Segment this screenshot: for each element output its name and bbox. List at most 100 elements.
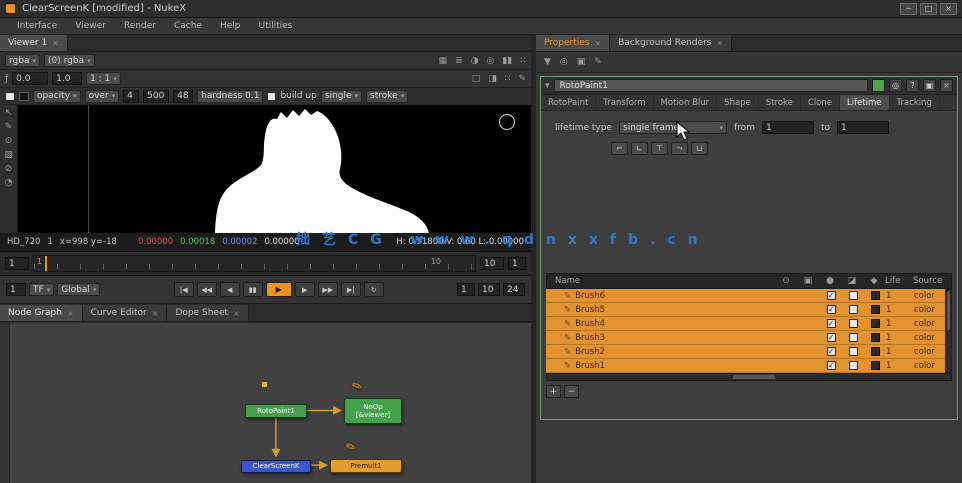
lock-checkbox[interactable] — [848, 333, 858, 342]
split-wipe-icon[interactable]: ◑ — [471, 56, 479, 66]
zoom-dropdown[interactable]: 1 : 1 ▾ — [86, 72, 121, 85]
goto-start-button[interactable]: |◀ — [173, 282, 194, 297]
close-tab-icon[interactable]: × — [52, 39, 59, 48]
maximize-button[interactable]: □ — [920, 2, 937, 15]
lifetime-from-field[interactable]: 1 — [761, 121, 814, 134]
range-mode-dropdown[interactable]: Global ▾ — [57, 283, 101, 296]
vertical-scrollbar[interactable] — [945, 289, 952, 373]
tab-tracking[interactable]: Tracking — [890, 95, 940, 110]
table-row[interactable]: ✎ Brush2 ✓ 1 color — [546, 345, 952, 359]
node-graph-panel[interactable]: ✎ ✎ RotoPaint1 NoOp [&viewer] ClearScree… — [0, 322, 531, 483]
table-row[interactable]: ✎ Brush5 ✓ 1 color — [546, 303, 952, 317]
visible-checkbox[interactable]: ✓ — [826, 305, 836, 314]
visible-checkbox[interactable]: ✓ — [826, 319, 836, 328]
table-row[interactable]: ✎ Brush6 ✓ 1 color — [546, 289, 952, 303]
node-rotopaint[interactable]: RotoPaint1 — [245, 404, 307, 418]
playback-mode-dropdown[interactable]: TF ▾ — [29, 283, 55, 296]
play-button[interactable]: ▶ — [265, 282, 292, 297]
mask-overlay-icon[interactable]: ◨ — [488, 74, 497, 84]
node-name-field[interactable]: RotoPaint1 — [553, 79, 868, 92]
step-forward-button[interactable]: ▶ — [294, 282, 315, 297]
chevron-down-icon[interactable]: ▼ — [544, 57, 551, 67]
visible-checkbox[interactable]: ✓ — [826, 291, 836, 300]
node-keyer[interactable]: ClearScreenK — [241, 460, 311, 473]
node-color-swatch[interactable] — [872, 79, 885, 92]
background-swatch[interactable] — [19, 91, 29, 101]
stroke-color-swatch[interactable] — [870, 291, 880, 300]
opacity-dropdown[interactable]: opacity ▾ — [33, 89, 81, 103]
remove-stroke-button[interactable]: − — [564, 385, 579, 398]
tab-motion-blur[interactable]: Motion Blur — [654, 95, 718, 110]
channels-dropdown[interactable]: rgba ▾ — [5, 54, 40, 67]
lock-checkbox[interactable] — [848, 305, 858, 314]
tab-shape[interactable]: Shape — [717, 95, 759, 110]
menu-utilities[interactable]: Utilities — [249, 18, 301, 34]
menu-help[interactable]: Help — [211, 18, 250, 34]
tab-lifetime[interactable]: Lifetime — [840, 95, 890, 110]
gamma-field[interactable]: 1.0 — [52, 72, 83, 85]
menu-interface[interactable]: Interface — [8, 18, 66, 34]
table-row[interactable]: ✎ Brush3 ✓ 1 color — [546, 331, 952, 345]
lock-panels-icon[interactable]: ▣ — [577, 57, 586, 67]
guides-icon[interactable]: ∷ — [505, 74, 511, 84]
minimize-button[interactable]: ─ — [900, 2, 917, 15]
step-back-button[interactable]: ◀ — [219, 282, 240, 297]
prev-keyframe-button[interactable]: ◀◀ — [196, 282, 217, 297]
brush-angle-field[interactable]: 48 — [173, 89, 194, 103]
pin-icon[interactable]: ◎ — [560, 57, 568, 67]
tab-background-renders[interactable]: Background Renders × — [610, 35, 733, 51]
loop-button[interactable]: ↻ — [363, 282, 384, 297]
blend-mode-dropdown[interactable]: over ▾ — [84, 89, 120, 103]
bezier-tool-icon[interactable]: ✎ — [5, 122, 13, 132]
stroke-color-swatch[interactable] — [870, 347, 880, 356]
help-button[interactable]: ? — [906, 79, 919, 92]
eraser-tool-icon[interactable]: ⊘ — [5, 164, 13, 174]
range-extra-field[interactable]: 1 — [508, 257, 526, 270]
brush-spacing-field[interactable]: 500 — [143, 89, 170, 103]
tab-clone[interactable]: Clone — [801, 95, 841, 110]
tab-curve-editor[interactable]: Curve Editor × — [82, 305, 168, 321]
proxy-icon[interactable]: ∷ — [520, 56, 526, 66]
tab-rotopaint[interactable]: RotoPaint — [541, 95, 597, 110]
brush-tool-icon[interactable]: ⊙ — [5, 136, 13, 146]
visible-checkbox[interactable]: ✓ — [826, 347, 836, 356]
scrollbar-handle[interactable] — [947, 292, 950, 330]
scanline-icon[interactable]: ≣ — [455, 56, 463, 66]
gain-field[interactable]: 0.0 — [12, 72, 49, 85]
stroke-color-swatch[interactable] — [870, 333, 880, 342]
lock-checkbox[interactable] — [848, 319, 858, 328]
visible-checkbox[interactable]: ✓ — [826, 361, 836, 370]
viewer-canvas[interactable] — [18, 105, 531, 233]
blur-tool-icon[interactable]: ◔ — [5, 178, 13, 188]
node-premult[interactable]: Premult1 — [330, 459, 402, 473]
close-tab-icon[interactable]: × — [716, 39, 723, 48]
grid-view-icon[interactable]: ▦ — [439, 56, 448, 66]
paint-source-dropdown[interactable]: stroke ▾ — [366, 89, 409, 103]
table-row[interactable]: ✎ Brush4 ✓ 1 color — [546, 317, 952, 331]
transport-frame-field[interactable]: 1 — [6, 283, 26, 296]
foreground-swatch[interactable] — [5, 91, 15, 101]
timeline-ruler[interactable]: 1 10 — [33, 255, 476, 272]
tab-viewer1[interactable]: Viewer 1 × — [0, 35, 68, 51]
collapse-panel-icon[interactable]: ▾ — [545, 81, 550, 91]
float-panel-button[interactable]: ▣ — [923, 79, 936, 92]
range-start-button[interactable]: ∟ — [631, 142, 648, 155]
horizontal-scrollbar[interactable] — [546, 373, 952, 381]
range-end-button[interactable]: ¬ — [671, 142, 688, 155]
tab-stroke[interactable]: Stroke — [759, 95, 801, 110]
layer-dropdown[interactable]: (0) rgba ▾ — [44, 54, 95, 67]
lifetime-mode-dropdown[interactable]: single ▾ — [320, 89, 363, 103]
scrollbar-handle[interactable] — [732, 375, 775, 379]
hardness-dropdown[interactable]: hardness 0.1 — [197, 89, 264, 103]
playhead[interactable] — [45, 256, 47, 271]
tab-node-graph[interactable]: Node Graph × — [0, 305, 83, 321]
center-node-button[interactable]: ◎ — [889, 79, 902, 92]
range-all-button[interactable]: ⌐ — [611, 142, 628, 155]
visible-checkbox[interactable]: ✓ — [826, 333, 836, 342]
frame-icon[interactable]: □ — [472, 74, 481, 84]
next-keyframe-button[interactable]: ▶▶ — [317, 282, 338, 297]
node-noop[interactable]: NoOp [&viewer] — [344, 398, 402, 424]
close-tab-icon[interactable]: × — [67, 309, 74, 318]
current-frame-field[interactable]: 1 — [5, 257, 29, 270]
menu-render[interactable]: Render — [115, 18, 165, 34]
